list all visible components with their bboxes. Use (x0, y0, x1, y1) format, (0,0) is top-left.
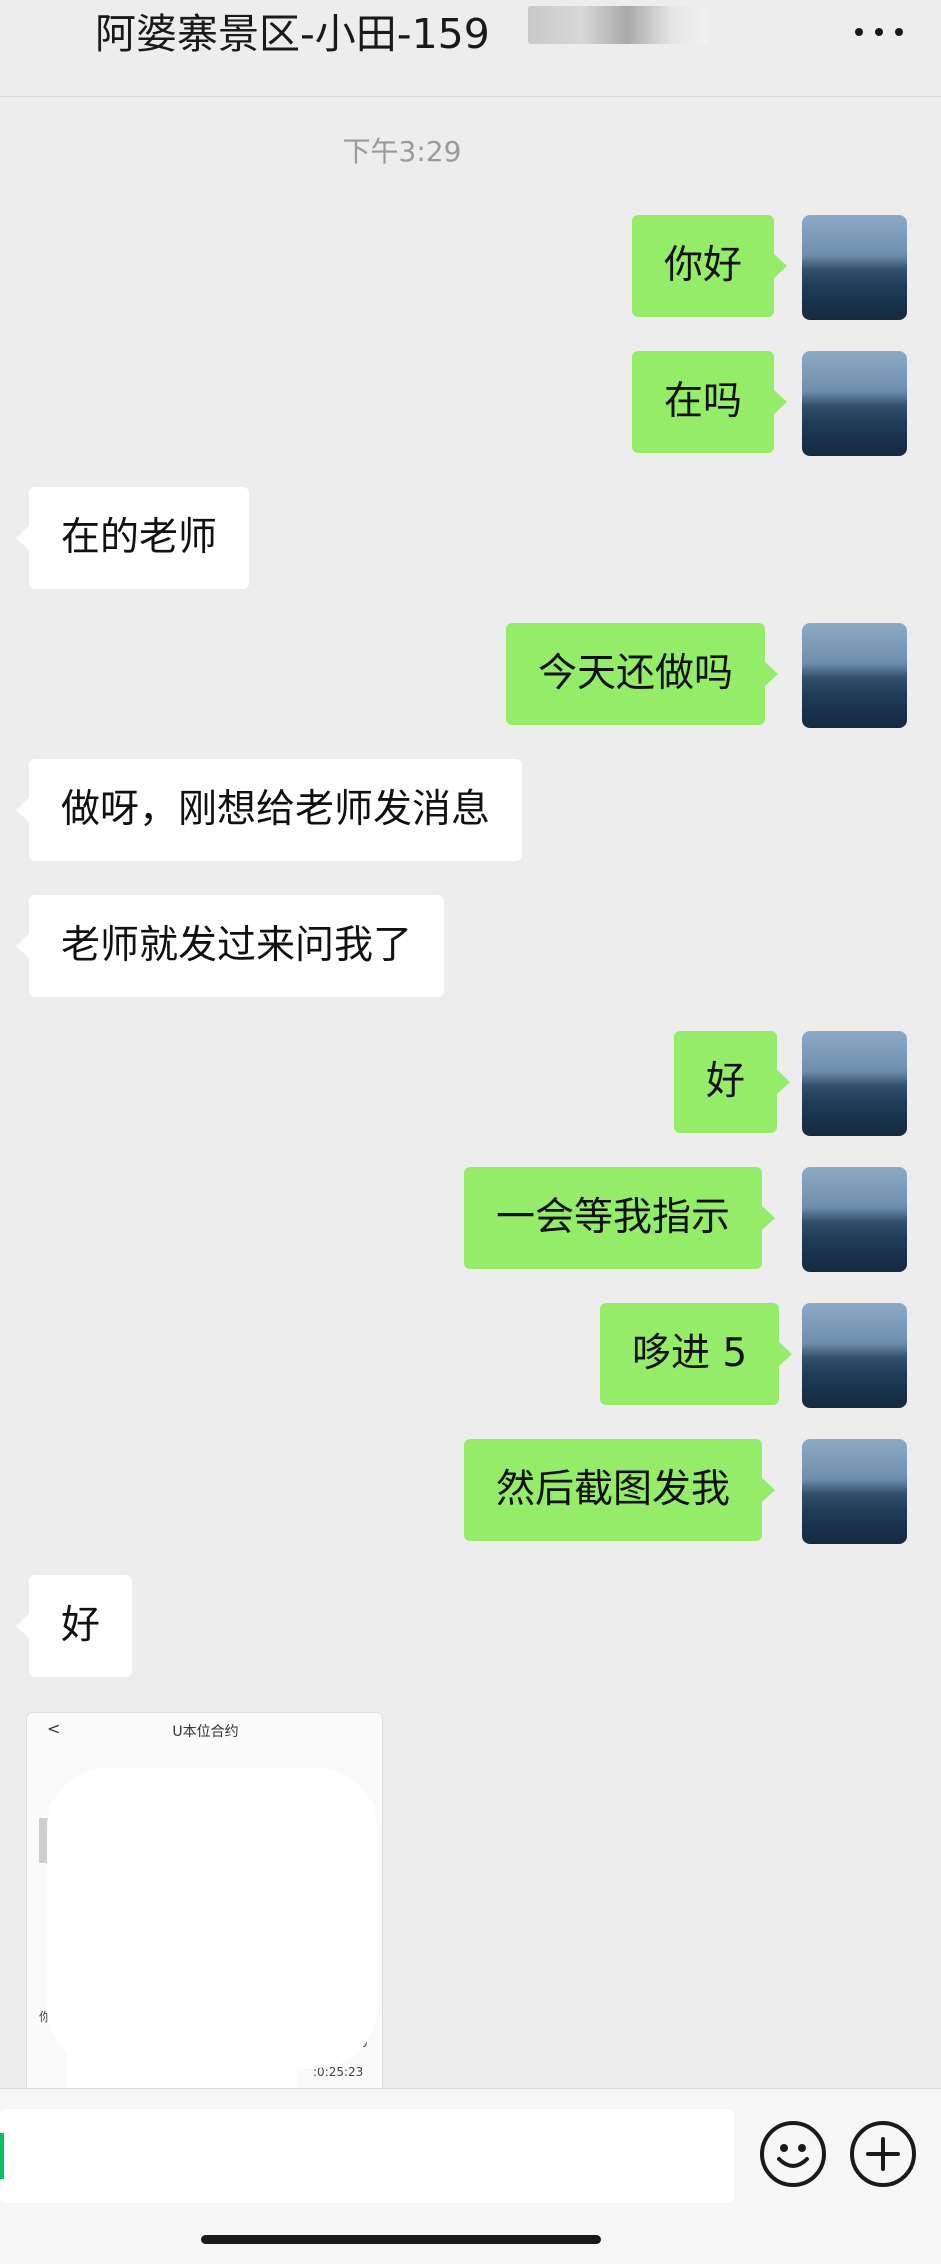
message-bubble-outgoing[interactable]: 一会等我指示 (464, 1167, 776, 1269)
redaction-mask (47, 1768, 377, 2068)
plus-button[interactable] (850, 2121, 916, 2187)
message-bubble-incoming[interactable]: 老师就发过来问我了 (15, 895, 445, 997)
chat-header: 阿婆寨景区-小田-159 (0, 0, 941, 97)
smile-face-icon (777, 2144, 809, 2168)
message-bubble-incoming[interactable]: 做呀，刚想给老师发消息 (15, 759, 523, 861)
redacted-phone-mask (528, 6, 708, 44)
message-bubble-outgoing[interactable]: 然后截图发我 (464, 1439, 776, 1541)
self-avatar[interactable] (802, 351, 907, 456)
image-message[interactable]: < U本位合约 全部 全 .9 42 .0 72 你 0000 :0:25:23 (26, 1712, 383, 2094)
self-avatar[interactable] (802, 623, 907, 728)
chat-title: 阿婆寨景区-小田-159 (95, 10, 490, 58)
home-indicator[interactable] (201, 2235, 601, 2244)
message-bubble-outgoing[interactable]: 好 (674, 1031, 791, 1133)
more-options-icon[interactable] (855, 20, 903, 44)
self-avatar[interactable] (802, 1167, 907, 1272)
message-bubble-incoming[interactable]: 好 (15, 1575, 133, 1677)
message-bubble-outgoing[interactable]: 今天还做吗 (506, 623, 779, 725)
self-avatar[interactable] (802, 1031, 907, 1136)
message-bubble-incoming[interactable]: 在的老师 (15, 487, 250, 589)
message-bubble-outgoing[interactable]: 你好 (632, 215, 788, 317)
message-timestamp: 下午3:29 (342, 135, 462, 168)
redaction-mask (67, 2028, 297, 2093)
self-avatar[interactable] (802, 1439, 907, 1544)
chat-input-bar (0, 2088, 941, 2208)
emoji-button[interactable] (760, 2121, 826, 2187)
self-avatar[interactable] (802, 1303, 907, 1408)
self-avatar[interactable] (802, 215, 907, 320)
text-caret (0, 2133, 4, 2179)
message-input[interactable] (0, 2109, 734, 2203)
message-bubble-outgoing[interactable]: 哆进 5 (600, 1303, 793, 1405)
message-bubble-outgoing[interactable]: 在吗 (632, 351, 788, 453)
image-title: U本位合约 (172, 1724, 239, 1740)
plus-circle-icon (866, 2137, 900, 2171)
